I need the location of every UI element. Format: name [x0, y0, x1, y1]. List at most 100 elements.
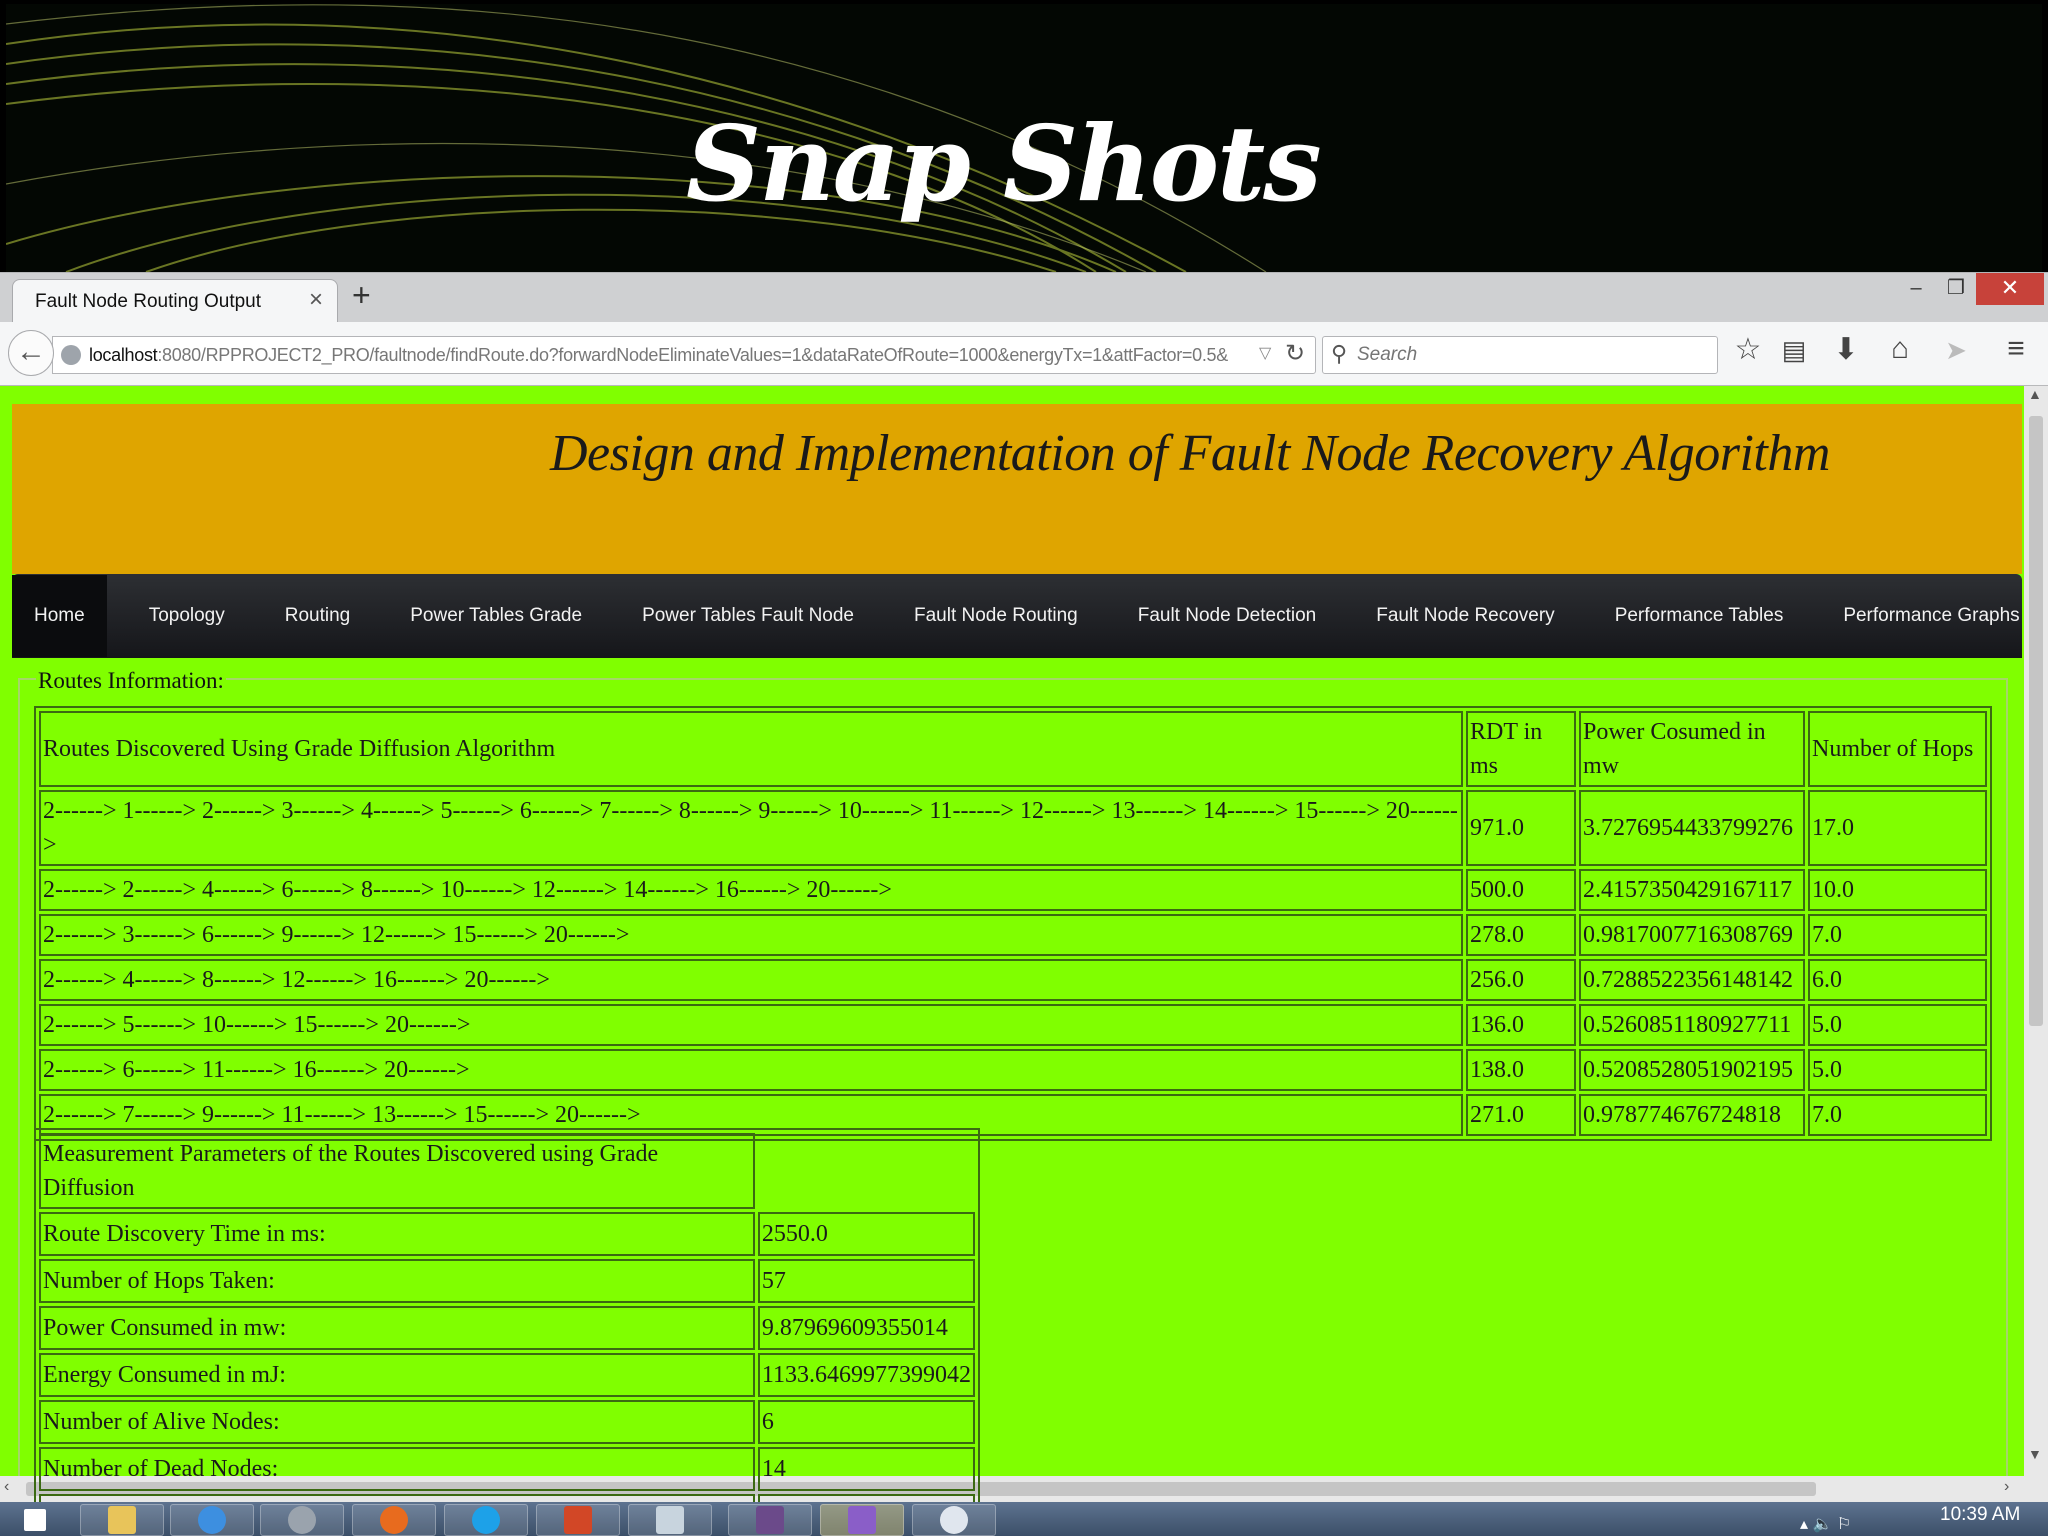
- scroll-right-icon[interactable]: ›: [2004, 1478, 2009, 1496]
- globe-icon: [61, 345, 81, 365]
- url-text[interactable]: localhost:8080/RPPROJECT2_PRO/faultnode/…: [89, 345, 1279, 366]
- table-row: Power Consumed in mw: 9.87969609355014: [39, 1306, 975, 1350]
- paint-icon[interactable]: [912, 1504, 996, 1536]
- window-minimize-button[interactable]: –: [1894, 273, 1938, 305]
- powerpoint-icon[interactable]: [536, 1504, 620, 1536]
- menu-item-power-tables-fault-node[interactable]: Power Tables Fault Node: [642, 605, 854, 627]
- menu-item-topology[interactable]: Topology: [149, 605, 225, 627]
- parameter-value: 6: [757, 1400, 975, 1444]
- power-cell: 0.5208528051902195: [1579, 1049, 1805, 1091]
- table-row: 2------> 1------> 2------> 3------> 4---…: [39, 790, 1987, 866]
- table-row: 2------> 2------> 4------> 6------> 8---…: [39, 869, 1987, 911]
- internet-explorer-icon[interactable]: [170, 1504, 254, 1536]
- reading-list-icon[interactable]: ▤: [1776, 335, 1812, 366]
- route-cell: 2------> 3------> 6------> 9------> 12--…: [39, 914, 1463, 956]
- parameter-value: 1133.6469977399042: [757, 1353, 975, 1397]
- menu-item-home[interactable]: Home: [12, 575, 107, 657]
- hops-cell: 7.0: [1808, 914, 1987, 956]
- url-dropdown-icon[interactable]: ▽: [1259, 343, 1271, 363]
- browser-tab-active[interactable]: Fault Node Routing Output ×: [12, 279, 338, 325]
- table-row: 2------> 6------> 11------> 16------> 20…: [39, 1049, 1987, 1091]
- power-cell: 0.978774676724818: [1579, 1094, 1805, 1136]
- table-row: 2------> 3------> 6------> 9------> 12--…: [39, 914, 1987, 956]
- column-header-routes: Routes Discovered Using Grade Diffusion …: [39, 711, 1463, 787]
- parameter-value: 57: [757, 1259, 975, 1303]
- parameter-value: 14: [757, 1447, 975, 1491]
- route-cell: 2------> 5------> 10------> 15------> 20…: [39, 1004, 1463, 1046]
- back-arrow-icon[interactable]: ←: [8, 330, 54, 376]
- hops-cell: 5.0: [1808, 1004, 1987, 1046]
- url-path: :8080/RPPROJECT2_PRO/faultnode/findRoute…: [157, 345, 1228, 365]
- vertical-scrollbar[interactable]: ▲ ▼: [2024, 386, 2048, 1476]
- hops-cell: 17.0: [1808, 790, 1987, 866]
- table-row: 2------> 4------> 8------> 12------> 16-…: [39, 959, 1987, 1001]
- routes-table: Routes Discovered Using Grade Diffusion …: [34, 706, 1992, 1141]
- parameter-label: Power Consumed in mw:: [39, 1306, 755, 1350]
- navigation-toolbar: localhost:8080/RPPROJECT2_PRO/faultnode/…: [0, 322, 2048, 386]
- measurement-header-spacer: [758, 1133, 975, 1209]
- menu-item-fault-node-detection[interactable]: Fault Node Detection: [1138, 605, 1317, 627]
- table-row: Route Discovery Time in ms: 2550.0: [39, 1212, 975, 1256]
- table-row: Energy Consumed in mJ: 1133.6469977399042: [39, 1353, 975, 1397]
- hops-cell: 5.0: [1808, 1049, 1987, 1091]
- menu-item-performance-tables[interactable]: Performance Tables: [1615, 605, 1784, 627]
- send-icon[interactable]: ➤: [1938, 335, 1974, 366]
- hamburger-menu-icon[interactable]: ≡: [1998, 332, 2034, 366]
- search-bar[interactable]: ⚲: [1322, 336, 1718, 374]
- window-close-button[interactable]: ✕: [1976, 273, 2044, 305]
- download-icon[interactable]: ⬇: [1828, 332, 1864, 367]
- route-cell: 2------> 4------> 8------> 12------> 16-…: [39, 959, 1463, 1001]
- power-cell: 0.9817007716308769: [1579, 914, 1805, 956]
- parameter-value: 2550.0: [757, 1212, 975, 1256]
- system-tray[interactable]: ▴ 🔈 ⚐: [1800, 1514, 1851, 1534]
- menu-item-fault-node-routing[interactable]: Fault Node Routing: [914, 605, 1078, 627]
- slide-title: Snap Shots: [686, 102, 1322, 225]
- scroll-down-icon[interactable]: ▼: [2028, 1446, 2042, 1462]
- url-bar[interactable]: localhost:8080/RPPROJECT2_PRO/faultnode/…: [52, 336, 1316, 374]
- menu-item-fault-node-recovery[interactable]: Fault Node Recovery: [1376, 605, 1554, 627]
- firefox-icon[interactable]: [352, 1504, 436, 1536]
- visual-studio-icon[interactable]: [820, 1504, 904, 1536]
- route-cell: 2------> 2------> 4------> 6------> 8---…: [39, 869, 1463, 911]
- file-explorer-icon[interactable]: [80, 1504, 164, 1536]
- menu-item-routing[interactable]: Routing: [285, 605, 351, 627]
- menu-item-performance-graphs[interactable]: Performance Graphs: [1843, 605, 2019, 627]
- column-header-hops: Number of Hops: [1808, 711, 1987, 787]
- hops-cell: 6.0: [1808, 959, 1987, 1001]
- settings-icon[interactable]: [260, 1504, 344, 1536]
- parameter-label: Energy Consumed in mJ:: [39, 1353, 755, 1397]
- start-button[interactable]: [10, 1504, 60, 1536]
- star-icon[interactable]: ☆: [1730, 332, 1766, 367]
- tab-close-icon[interactable]: ×: [309, 286, 323, 314]
- slide-banner: Snap Shots: [6, 4, 2042, 272]
- search-input[interactable]: [1357, 341, 1707, 369]
- site-header: Design and Implementation of Fault Node …: [12, 404, 2022, 574]
- rdt-cell: 278.0: [1466, 914, 1576, 956]
- windows-taskbar: ▴ 🔈 ⚐ 10:39 AM: [0, 1502, 2048, 1536]
- menu-item-power-tables-grade[interactable]: Power Tables Grade: [410, 605, 582, 627]
- table-header-row: Routes Discovered Using Grade Diffusion …: [39, 711, 1987, 787]
- tab-strip: Fault Node Routing Output × + – ❐ ✕: [0, 272, 2048, 325]
- power-cell: 0.7288522356148142: [1579, 959, 1805, 1001]
- measurement-header: Measurement Parameters of the Routes Dis…: [39, 1133, 755, 1209]
- scroll-up-icon[interactable]: ▲: [2028, 386, 2042, 402]
- rdt-cell: 271.0: [1466, 1094, 1576, 1136]
- url-host: localhost: [89, 345, 158, 365]
- skype-icon[interactable]: [444, 1504, 528, 1536]
- new-tab-icon[interactable]: +: [352, 277, 371, 314]
- task-manager-icon[interactable]: [628, 1504, 712, 1536]
- scroll-left-icon[interactable]: ‹: [4, 1478, 9, 1496]
- tab-title: Fault Node Routing Output: [35, 291, 262, 312]
- main-menu: Home Topology Routing Power Tables Grade…: [12, 574, 2022, 658]
- reload-icon[interactable]: ↻: [1285, 339, 1305, 368]
- column-header-power: Power Cosumed in mw: [1579, 711, 1805, 787]
- power-cell: 0.5260851180927711: [1579, 1004, 1805, 1046]
- home-icon[interactable]: ⌂: [1882, 332, 1918, 366]
- window-restore-button[interactable]: ❐: [1934, 273, 1978, 305]
- rdt-cell: 256.0: [1466, 959, 1576, 1001]
- java-ee-icon[interactable]: [728, 1504, 812, 1536]
- rdt-cell: 500.0: [1466, 869, 1576, 911]
- rdt-cell: 971.0: [1466, 790, 1576, 866]
- vertical-scroll-thumb[interactable]: [2029, 416, 2043, 1026]
- hops-cell: 10.0: [1808, 869, 1987, 911]
